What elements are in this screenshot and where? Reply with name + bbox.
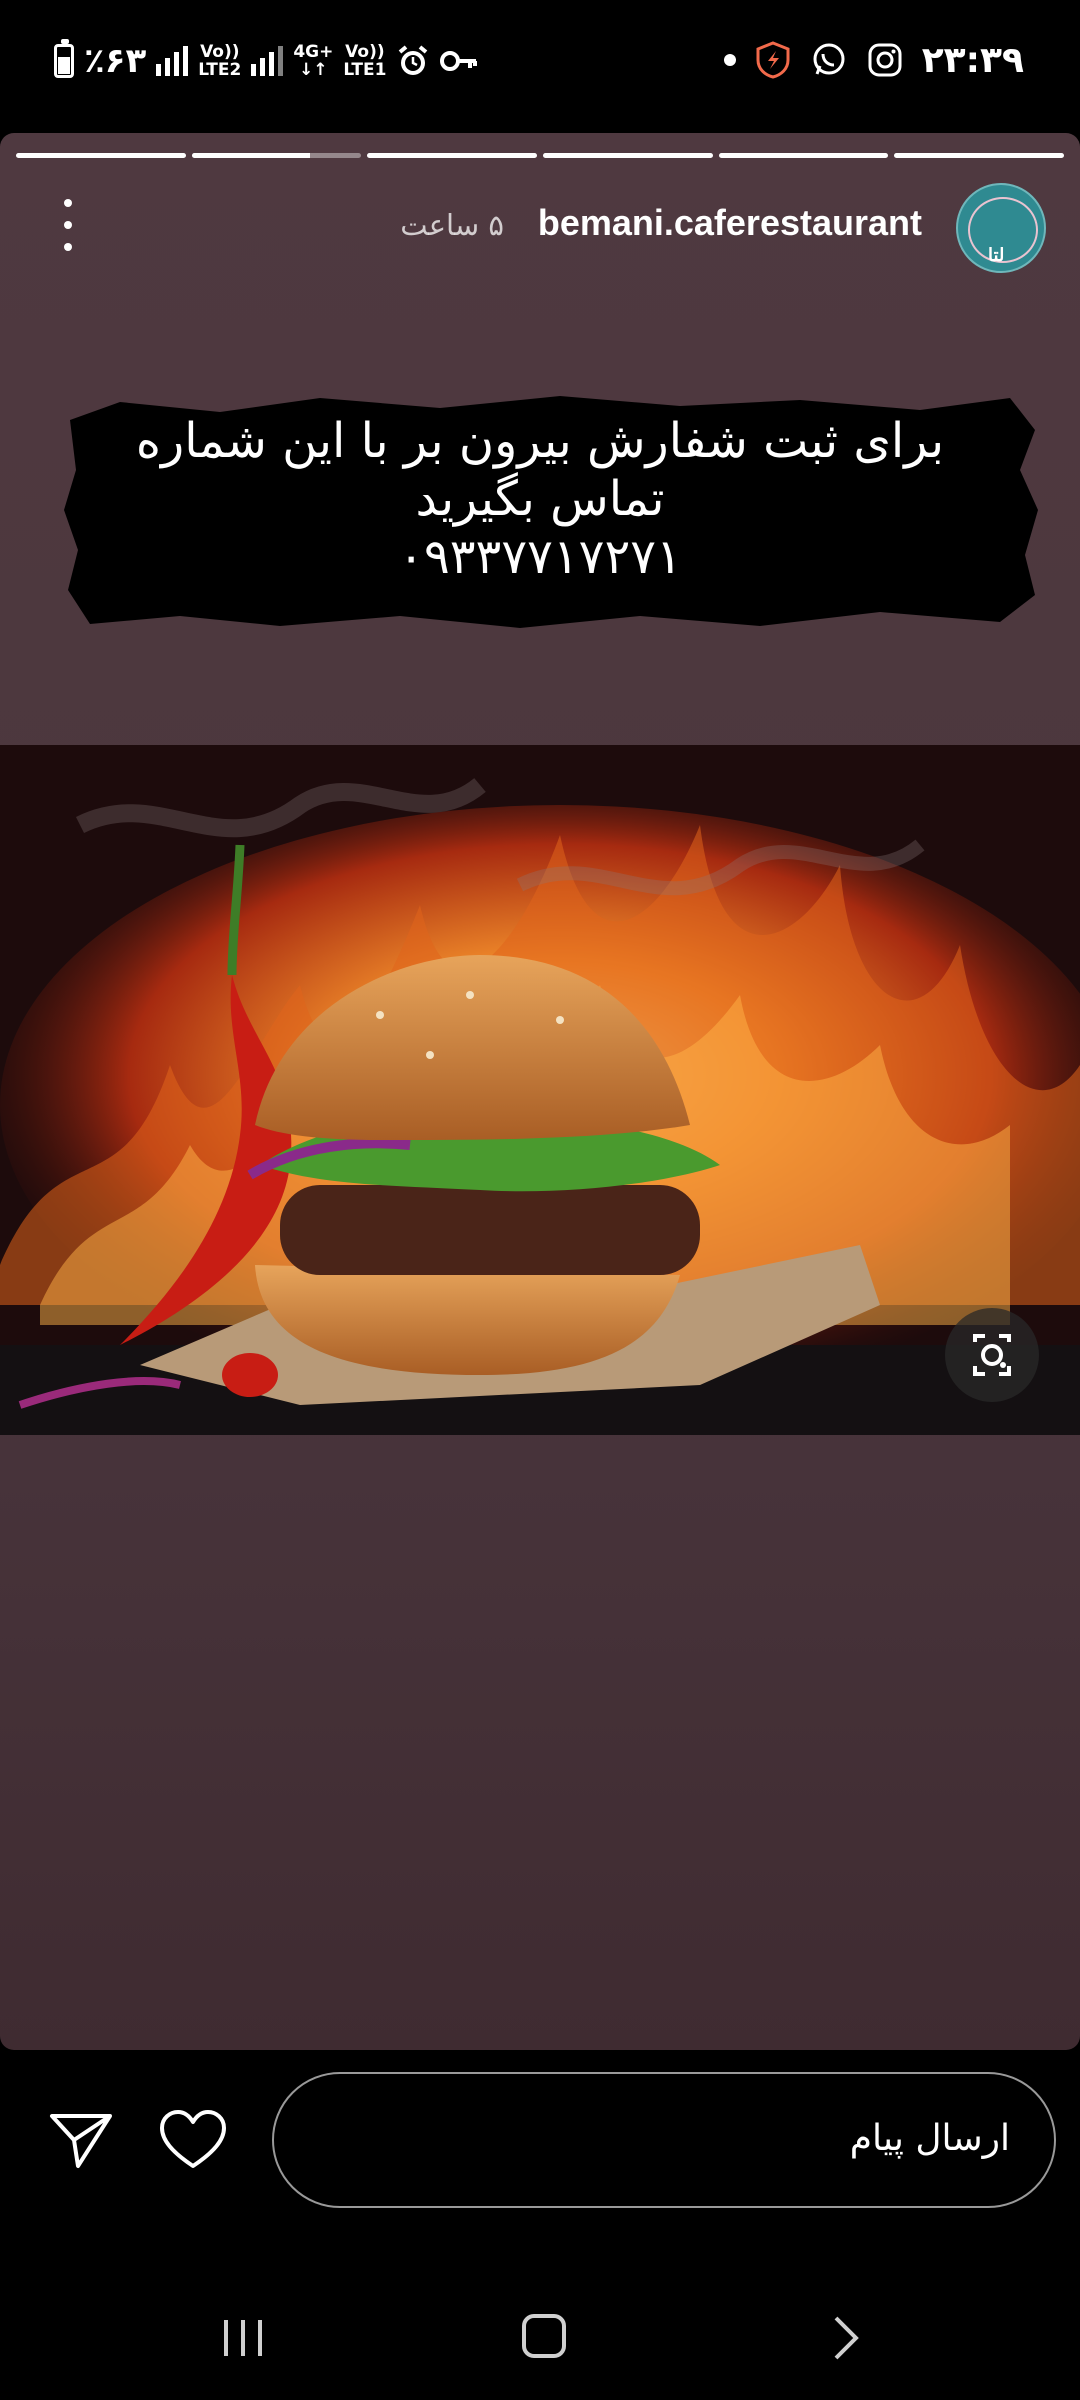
- status-right-group: ۲۳:۳۹: [723, 32, 1024, 88]
- caption-line-2: تماس بگیرید: [415, 471, 665, 527]
- caption-line-3-phone: ۰۹۳۳۷۷۱۷۲۷۱: [398, 529, 682, 585]
- progress-segment-1: [16, 153, 186, 158]
- story-time-ago: ۵ ساعت: [400, 208, 504, 242]
- progress-segment-4: [543, 153, 713, 158]
- network-label-2: 4G+ ↓↑: [293, 42, 334, 80]
- avatar[interactable]: لتا: [956, 183, 1046, 273]
- progress-segment-3: [367, 153, 538, 158]
- clock: ۲۳:۳۹: [921, 39, 1024, 81]
- notification-dot-icon: [723, 54, 736, 66]
- status-left-group: ٪۶۳ Vo)) LTE2 4G+ ↓↑ Vo)) LTE1: [54, 36, 478, 86]
- caption-line-1: برای ثبت شفارش بیرون بر با این شماره: [135, 413, 945, 469]
- more-options-icon[interactable]: [56, 199, 80, 251]
- message-input[interactable]: ارسال پیام: [272, 2072, 1056, 2208]
- status-bar: ٪۶۳ Vo)) LTE2 4G+ ↓↑ Vo)) LTE1 ۲۳:۳۹: [0, 0, 1080, 120]
- story-photo-burger: [0, 745, 1080, 1435]
- like-heart-icon[interactable]: [158, 2108, 228, 2172]
- recent-apps-icon[interactable]: [220, 2318, 266, 2358]
- battery-percentage: ٪۶۳: [84, 41, 147, 81]
- message-placeholder: ارسال پیام: [849, 2118, 1010, 2159]
- whatsapp-icon: [813, 43, 845, 75]
- progress-segment-2: [191, 153, 362, 158]
- vpn-key-icon: [440, 51, 478, 71]
- network-label-3: Vo)) LTE1: [343, 42, 387, 80]
- signal-icon-2: [251, 46, 284, 76]
- story-progress-bar: [16, 153, 1065, 158]
- instagram-icon: [868, 43, 902, 77]
- lens-camera-icon: [973, 1334, 1011, 1376]
- battery-icon: [54, 39, 74, 78]
- signal-icon: [156, 46, 189, 76]
- back-chevron-icon[interactable]: [828, 2314, 864, 2362]
- network-label-1: Vo)) LTE2: [198, 42, 242, 80]
- home-icon[interactable]: [522, 2314, 566, 2358]
- progress-segment-5: [718, 153, 889, 158]
- avatar-logo-text: لتا: [988, 245, 1005, 266]
- story-caption: برای ثبت شفارش بیرون بر با این شماره تما…: [60, 390, 1040, 630]
- story-username[interactable]: bemani.caferestaurant: [538, 202, 922, 244]
- progress-segment-6: [894, 153, 1065, 158]
- story-card[interactable]: ۵ ساعت bemani.caferestaurant لتا برای ثب…: [0, 133, 1080, 2050]
- caption-text: برای ثبت شفارش بیرون بر با این شماره تما…: [60, 412, 1020, 586]
- visual-search-button[interactable]: [945, 1308, 1039, 1402]
- security-shield-icon: [756, 41, 790, 79]
- send-icon[interactable]: [48, 2110, 114, 2170]
- alarm-icon: [399, 45, 428, 75]
- burger-flames-photo-icon: [0, 745, 1080, 1435]
